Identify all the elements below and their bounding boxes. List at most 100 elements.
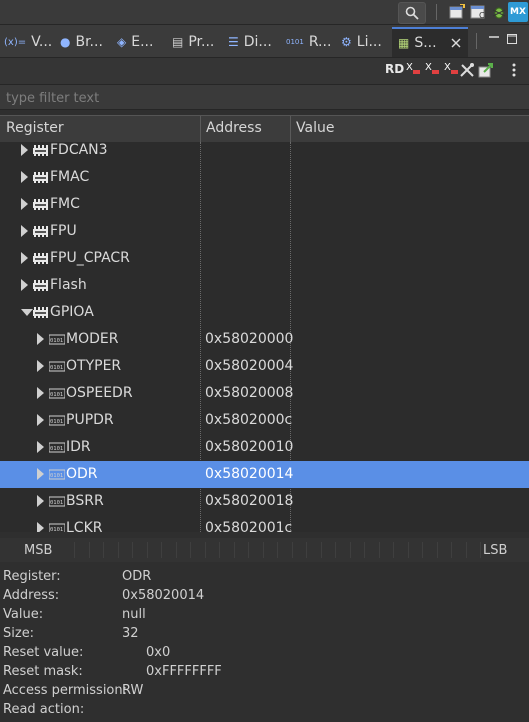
peripheral-row[interactable]: FMC <box>0 191 529 218</box>
bit-cell[interactable] <box>394 542 409 558</box>
expand-arrow-icon[interactable] <box>37 495 44 507</box>
expand-arrow-icon[interactable] <box>37 333 44 345</box>
search-button[interactable] <box>398 2 426 24</box>
collapse-arrow-icon[interactable] <box>21 309 33 316</box>
mx-perspective-button[interactable]: MX <box>508 2 528 22</box>
tab-disassembly[interactable]: ☰ Di... <box>228 29 272 55</box>
register-tree: FDCAN3 FMAC FMC FPU FPU_CPACR Flash GPIOA 0101 M… <box>0 142 529 532</box>
expand-arrow-icon[interactable] <box>37 441 44 453</box>
bit-cell[interactable] <box>437 542 452 558</box>
bit-cell[interactable] <box>336 542 351 558</box>
bit-cell[interactable] <box>408 542 423 558</box>
bit-cell[interactable] <box>452 542 467 558</box>
peripheral-row[interactable]: GPIOA <box>0 299 529 326</box>
bit-cell[interactable] <box>75 542 90 558</box>
bit-cell[interactable] <box>104 542 119 558</box>
bit-cell[interactable] <box>162 542 177 558</box>
read-button[interactable]: RD <box>385 62 404 76</box>
expand-arrow-icon[interactable] <box>21 144 28 156</box>
expand-arrow-icon[interactable] <box>37 522 44 532</box>
filter-input[interactable] <box>4 87 523 109</box>
bit-cell[interactable] <box>176 542 191 558</box>
expand-arrow-icon[interactable] <box>21 171 28 183</box>
open-perspective-button[interactable] <box>446 2 468 22</box>
row-label: BSRR <box>66 493 104 509</box>
bit-cell[interactable] <box>350 542 365 558</box>
tab-sfrs[interactable]: ▦ S... <box>392 27 468 57</box>
detail-value-value: null <box>122 607 146 622</box>
bit-cell[interactable] <box>60 542 75 558</box>
bit-cell[interactable] <box>466 542 481 558</box>
bit-cell[interactable] <box>249 542 264 558</box>
peripheral-row[interactable]: FPU_CPACR <box>0 245 529 272</box>
bit-cell[interactable] <box>191 542 206 558</box>
register-icon: 0101 <box>49 469 65 480</box>
column-header-register[interactable]: Register <box>6 120 64 136</box>
detail-reset-value-value: 0x0 <box>146 645 171 660</box>
register-row[interactable]: 0101 OTYPER 0x58020004 <box>0 353 529 380</box>
tab-expressions[interactable]: ◈ E... <box>117 29 153 55</box>
register-row[interactable]: 0101 IDR 0x58020010 <box>0 434 529 461</box>
register-row[interactable]: 0101 MODER 0x58020000 <box>0 326 529 353</box>
column-header-value[interactable]: Value <box>296 120 334 136</box>
expand-arrow-icon[interactable] <box>21 198 28 210</box>
clear-button-1[interactable]: X <box>405 62 423 80</box>
svg-text:0101: 0101 <box>50 392 63 398</box>
bit-cell[interactable] <box>118 542 133 558</box>
register-row[interactable]: 0101 PUPDR 0x5802000c <box>0 407 529 434</box>
tab-breakpoints[interactable]: ● Br... <box>60 29 103 55</box>
expand-arrow-icon[interactable] <box>21 225 28 237</box>
expand-arrow-icon[interactable] <box>37 387 44 399</box>
configure-button[interactable] <box>459 62 475 82</box>
detail-reset-mask-value: 0xFFFFFFFF <box>146 664 222 679</box>
expand-arrow-icon[interactable] <box>37 360 44 372</box>
peripheral-row[interactable]: Flash <box>0 272 529 299</box>
expand-arrow-icon[interactable] <box>21 252 28 264</box>
view-menu-button[interactable] <box>510 61 518 83</box>
bit-cell[interactable] <box>89 542 104 558</box>
view-tab-bar: (x)= V... ● Br... ◈ E... ▤ Pr... ☰ Di...… <box>0 25 529 58</box>
bit-cell[interactable] <box>379 542 394 558</box>
bit-cell[interactable] <box>423 542 438 558</box>
column-divider[interactable] <box>200 116 201 142</box>
tab-registers[interactable]: 0101 R... <box>286 29 331 55</box>
debug-perspective-button[interactable] <box>488 2 510 22</box>
bit-cell[interactable] <box>263 542 278 558</box>
bit-cell[interactable] <box>133 542 148 558</box>
bit-cell[interactable] <box>205 542 220 558</box>
bit-cell[interactable] <box>220 542 235 558</box>
clear-button-2[interactable]: X <box>424 62 442 80</box>
peripheral-row[interactable]: FMAC <box>0 164 529 191</box>
register-row[interactable]: 0101 ODR 0x58020014 <box>0 461 529 488</box>
register-row[interactable]: 0101 LCKR 0x5802001c <box>0 515 529 532</box>
close-icon[interactable] <box>450 37 462 49</box>
c-perspective-button[interactable]: C <box>467 2 489 22</box>
column-header-address[interactable]: Address <box>206 120 262 136</box>
bit-cell[interactable] <box>365 542 380 558</box>
expand-arrow-icon[interactable] <box>37 414 44 426</box>
bit-cell[interactable] <box>307 542 322 558</box>
bit-cell[interactable] <box>147 542 162 558</box>
peripheral-row[interactable]: FDCAN3 <box>0 142 529 164</box>
register-row[interactable]: 0101 OSPEEDR 0x58020008 <box>0 380 529 407</box>
row-label: FPU <box>50 223 77 239</box>
register-row[interactable]: 0101 BSRR 0x58020018 <box>0 488 529 515</box>
expand-arrow-icon[interactable] <box>21 279 28 291</box>
column-divider[interactable] <box>290 116 291 142</box>
expand-arrow-icon[interactable] <box>37 468 44 480</box>
red-mark-icon <box>432 70 439 74</box>
maximize-button[interactable] <box>507 33 517 44</box>
tab-label: Pr... <box>188 34 215 50</box>
tab-live-expressions[interactable]: ⚙ Li... <box>341 29 382 55</box>
bit-cell[interactable] <box>321 542 336 558</box>
tab-label: R... <box>308 34 332 50</box>
peripheral-row[interactable]: FPU <box>0 218 529 245</box>
minimize-button[interactable] <box>489 33 499 43</box>
bit-cell[interactable] <box>234 542 249 558</box>
bit-cell[interactable] <box>292 542 307 558</box>
export-button[interactable] <box>478 62 494 82</box>
bit-cell[interactable] <box>278 542 293 558</box>
x-marker: X <box>425 62 432 73</box>
tab-variables[interactable]: (x)= V... <box>4 29 52 55</box>
tab-problems[interactable]: ▤ Pr... <box>172 29 214 55</box>
